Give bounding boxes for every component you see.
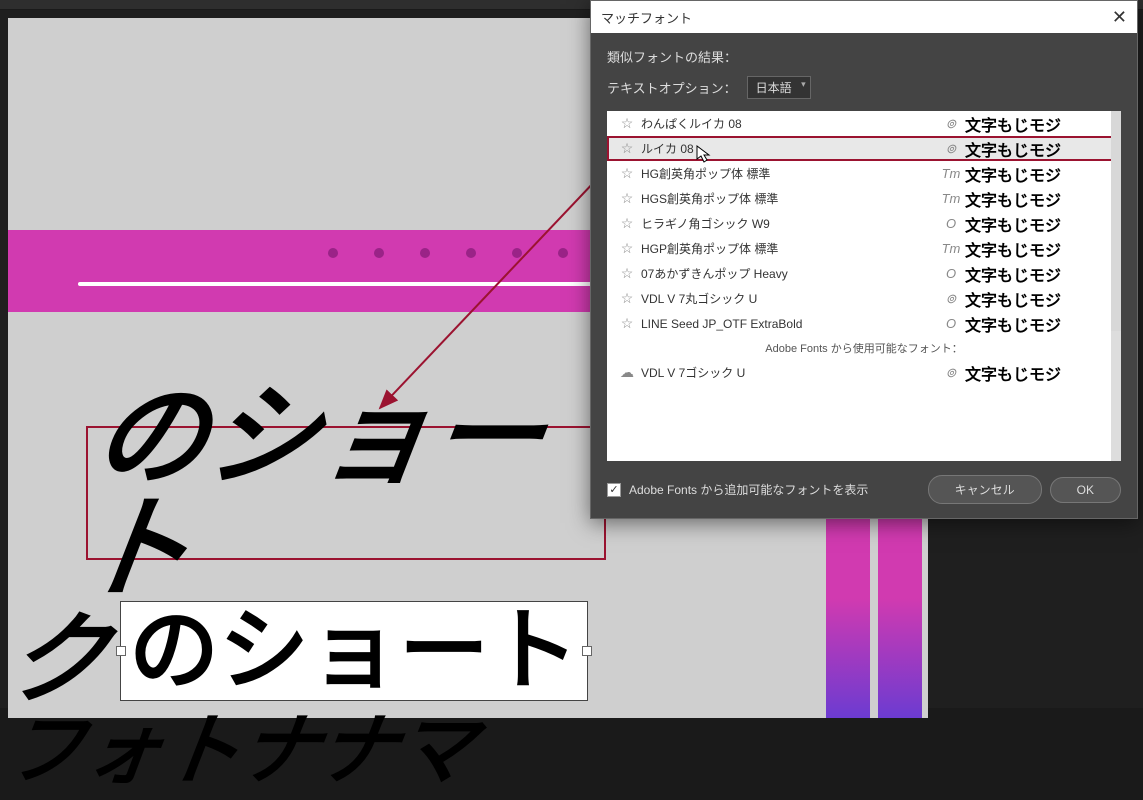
star-icon[interactable]: ☆ (613, 190, 641, 207)
font-name: LINE Seed JP_OTF ExtraBold (641, 317, 937, 331)
star-icon[interactable]: ☆ (613, 115, 641, 132)
font-preview: 文字もじモジ (965, 212, 1115, 236)
font-type-icon: Tт (937, 166, 965, 181)
star-icon[interactable]: ☆ (613, 290, 641, 307)
font-type-icon: O (937, 216, 965, 231)
canvas-text-line3: フォトナナマ (0, 688, 484, 800)
language-select[interactable]: 日本語 (747, 76, 811, 99)
font-preview: 文字もじモジ (965, 237, 1115, 261)
font-preview: 文字もじモジ (965, 112, 1115, 136)
font-results-list[interactable]: ☆ わんぱくルイカ 08 ⊚ 文字もじモジ ☆ ルイカ 08 ⊚ 文字もじモジ … (607, 111, 1121, 461)
font-type-icon: ⊚ (937, 116, 965, 132)
font-name: VDL V 7丸ゴシック U (641, 290, 937, 307)
font-row[interactable]: ☆ HGS創英角ポップ体 標準 Tт 文字もじモジ (607, 186, 1121, 211)
canvas-text-line1: のショート (72, 381, 619, 605)
font-row[interactable]: ☆ HG創英角ポップ体 標準 Tт 文字もじモジ (607, 161, 1121, 186)
show-adobe-fonts-checkbox[interactable]: ✓ (607, 483, 621, 497)
font-name: ヒラギノ角ゴシック W9 (641, 215, 937, 232)
results-label: 類似フォントの結果： (591, 33, 1137, 72)
font-name: HG創英角ポップ体 標準 (641, 165, 937, 182)
font-name: HGS創英角ポップ体 標準 (641, 190, 937, 207)
font-row[interactable]: ☆ LINE Seed JP_OTF ExtraBold O 文字もじモジ (607, 311, 1121, 336)
cancel-button[interactable]: キャンセル (928, 475, 1042, 504)
scrollbar-thumb[interactable] (1111, 111, 1121, 331)
font-preview: 文字もじモジ (965, 262, 1115, 286)
font-type-icon: Tт (937, 241, 965, 256)
font-preview: 文字もじモジ (965, 162, 1115, 186)
text-options-label: テキストオプション： (607, 78, 737, 97)
selected-text[interactable]: のショート (129, 601, 579, 701)
font-row[interactable]: ☆ HGP創英角ポップ体 標準 Tт 文字もじモジ (607, 236, 1121, 261)
match-font-dialog: マッチフォント ✕ 類似フォントの結果： テキストオプション： 日本語 ☆ わん… (590, 0, 1138, 519)
star-icon[interactable]: ☆ (613, 165, 641, 182)
font-row[interactable]: ☁ VDL V 7ゴシック U ⊚ 文字もじモジ (607, 360, 1121, 385)
font-preview: 文字もじモジ (965, 312, 1115, 336)
font-row[interactable]: ☆ VDL V 7丸ゴシック U ⊚ 文字もじモジ (607, 286, 1121, 311)
font-name: HGP創英角ポップ体 標準 (641, 240, 937, 257)
font-type-icon: ⊚ (937, 365, 965, 381)
adobe-fonts-header: Adobe Fonts から使用可能なフォント： (607, 336, 1121, 360)
font-preview: 文字もじモジ (965, 361, 1115, 385)
font-name: VDL V 7ゴシック U (641, 364, 937, 381)
font-type-icon: Tт (937, 191, 965, 206)
star-icon[interactable]: ☆ (613, 240, 641, 257)
font-preview: 文字もじモジ (965, 187, 1115, 211)
dialog-title: マッチフォント (601, 8, 692, 27)
ok-button[interactable]: OK (1050, 477, 1121, 503)
decorative-stripe (826, 518, 870, 718)
font-row[interactable]: ☆ 07あかずきんポップ Heavy O 文字もじモジ (607, 261, 1121, 286)
decorative-stripe (878, 518, 922, 718)
star-icon[interactable]: ☆ (613, 140, 641, 157)
cloud-icon[interactable]: ☁ (613, 364, 641, 381)
dialog-titlebar[interactable]: マッチフォント ✕ (591, 1, 1137, 33)
font-name: 07あかずきんポップ Heavy (641, 265, 937, 282)
star-icon[interactable]: ☆ (613, 215, 641, 232)
font-row[interactable]: ☆ ヒラギノ角ゴシック W9 O 文字もじモジ (607, 211, 1121, 236)
font-type-icon: O (937, 266, 965, 281)
font-name: わんぱくルイカ 08 (641, 115, 937, 132)
font-preview: 文字もじモジ (965, 137, 1115, 161)
font-type-icon: ⊚ (937, 291, 965, 307)
font-row[interactable]: ☆ わんぱくルイカ 08 ⊚ 文字もじモジ (607, 111, 1121, 136)
close-icon[interactable]: ✕ (1112, 7, 1127, 28)
source-text-highlight: のショート (86, 426, 606, 560)
star-icon[interactable]: ☆ (613, 315, 641, 332)
checkbox-label: Adobe Fonts から追加可能なフォントを表示 (629, 481, 920, 498)
dialog-footer: ✓ Adobe Fonts から追加可能なフォントを表示 キャンセル OK (591, 461, 1137, 518)
font-preview: 文字もじモジ (965, 287, 1115, 311)
scrollbar[interactable] (1111, 111, 1121, 461)
selected-text-frame[interactable]: のショート (120, 601, 588, 701)
font-type-icon: ⊚ (937, 141, 965, 157)
font-row[interactable]: ☆ ルイカ 08 ⊚ 文字もじモジ (607, 136, 1121, 161)
font-type-icon: O (937, 316, 965, 331)
font-name: ルイカ 08 (641, 140, 937, 157)
star-icon[interactable]: ☆ (613, 265, 641, 282)
